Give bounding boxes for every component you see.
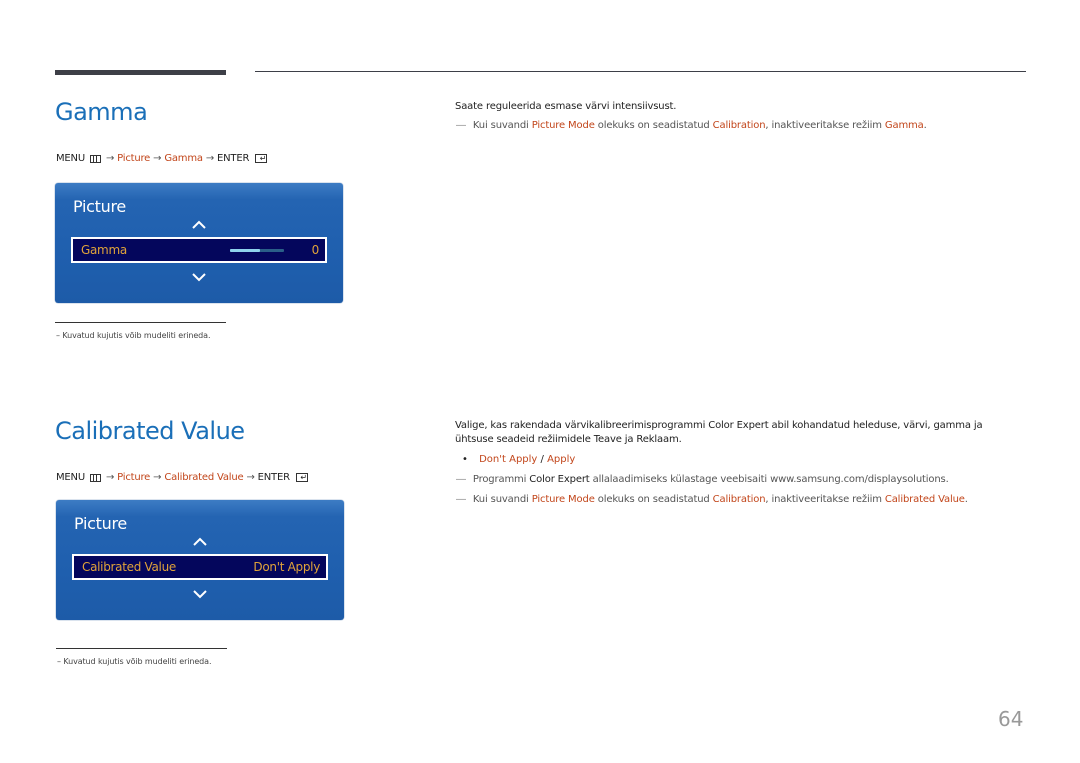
osd-title: Picture (73, 197, 126, 216)
section-title-gamma: Gamma (55, 98, 148, 126)
page-number: 64 (998, 707, 1024, 731)
note-text: olekuks on seadistatud (597, 494, 710, 505)
path-step-gamma: Gamma (164, 153, 203, 164)
gamma-description: Saate reguleerida esmase värvi intensiiv… (455, 101, 677, 112)
menu-icon (89, 154, 101, 163)
chevron-up-icon[interactable] (192, 537, 208, 547)
path-menu: MENU (56, 472, 85, 483)
menu-path-gamma: MENU → Picture → Gamma → ENTER ↵ (56, 153, 268, 164)
footnote-rule (56, 648, 227, 649)
options-list-item: • Don't Apply / Apply (462, 454, 575, 465)
path-menu: MENU (56, 153, 85, 164)
note-text: Kui suvandi (472, 120, 529, 131)
note-highlight: Gamma (884, 120, 924, 131)
note-highlight: Picture Mode (531, 494, 595, 505)
note-text: Kui suvandi (472, 494, 529, 505)
note-text: olekuks on seadistatud (597, 120, 710, 131)
footnote-dash: – (56, 331, 60, 340)
note-highlight: Picture Mode (531, 120, 595, 131)
header-rule-thin (255, 71, 1026, 72)
calibrated-note-1: ― Programmi Color Expert allalaadimiseks… (456, 474, 949, 485)
note-text: . (923, 120, 927, 131)
note-bold: Color Expert (529, 474, 590, 485)
note-dash: ― (456, 474, 466, 485)
option-apply: Apply (547, 454, 576, 465)
option-dont-apply: Don't Apply (479, 454, 538, 465)
section-title-calibrated-value: Calibrated Value (55, 417, 245, 445)
desc-text: Valige, kas rakendada värvikalibreerimis… (455, 420, 706, 431)
desc-text: abil kohandatud heleduse, värvi, gamma j… (771, 420, 983, 431)
path-enter: ENTER (217, 153, 250, 164)
note-dash: ― (456, 494, 466, 505)
note-highlight: Calibrated Value (884, 494, 965, 505)
bullet-icon: • (462, 454, 468, 465)
footnote-dash: – (57, 657, 61, 666)
osd-row-calibrated-value[interactable]: Calibrated Value Don't Apply (72, 554, 328, 580)
header-rule-thick (55, 70, 226, 75)
slider-fill (230, 249, 260, 252)
osd-title: Picture (74, 514, 127, 533)
note-text: allalaadimiseks külastage veebisaiti www… (592, 474, 949, 485)
note-text: . (964, 494, 968, 505)
arrow-icon: → (153, 472, 162, 483)
arrow-icon: → (105, 153, 115, 164)
osd-picture-menu-gamma: Picture Gamma 0 (55, 183, 343, 303)
desc-bold: Color Expert (708, 420, 769, 431)
path-step-picture: Picture (117, 153, 151, 164)
enter-icon: ↵ (295, 473, 308, 482)
chevron-up-icon[interactable] (191, 220, 207, 230)
calibrated-description: Valige, kas rakendada värvikalibreerimis… (455, 419, 1015, 447)
footnote-gamma: – Kuvatud kujutis võib mudeliti erineda. (56, 331, 211, 340)
osd-row-gamma[interactable]: Gamma 0 (71, 237, 327, 263)
menu-path-calibrated-value: MENU → Picture → Calibrated Value → ENTE… (56, 472, 308, 483)
gamma-note: ― Kui suvandi Picture Mode olekuks on se… (456, 120, 927, 131)
note-highlight: Calibration (712, 494, 766, 505)
chevron-down-icon[interactable] (191, 272, 207, 282)
osd-picture-menu-calibrated: Picture Calibrated Value Don't Apply (56, 500, 344, 620)
row-label: Gamma (81, 243, 127, 257)
option-separator: / (540, 454, 544, 465)
gamma-slider[interactable] (230, 249, 284, 252)
note-dash: ― (456, 120, 466, 131)
enter-icon: ↵ (255, 154, 268, 163)
footnote-text: Kuvatud kujutis võib mudeliti erineda. (63, 657, 212, 666)
arrow-icon: → (153, 153, 162, 164)
row-value: 0 (311, 243, 320, 257)
footnote-text: Kuvatud kujutis võib mudeliti erineda. (62, 331, 211, 340)
arrow-icon: → (246, 472, 255, 483)
note-text: , inaktiveeritakse režiim (765, 494, 882, 505)
footnote-rule (55, 322, 226, 323)
arrow-icon: → (105, 472, 115, 483)
note-text: , inaktiveeritakse režiim (765, 120, 882, 131)
note-text: Programmi (472, 474, 527, 485)
path-step-calibrated-value: Calibrated Value (164, 472, 244, 483)
footnote-calibrated: – Kuvatud kujutis võib mudeliti erineda. (57, 657, 212, 666)
arrow-icon: → (205, 153, 215, 164)
desc-text: ühtsuse seadeid režiimidele Teave ja Rek… (455, 434, 682, 445)
row-value: Don't Apply (253, 560, 320, 574)
menu-icon (89, 473, 101, 482)
calibrated-note-2: ― Kui suvandi Picture Mode olekuks on se… (456, 494, 968, 505)
path-enter: ENTER (257, 472, 290, 483)
row-label: Calibrated Value (82, 560, 176, 574)
note-highlight: Calibration (712, 120, 766, 131)
path-step-picture: Picture (117, 472, 151, 483)
chevron-down-icon[interactable] (192, 589, 208, 599)
